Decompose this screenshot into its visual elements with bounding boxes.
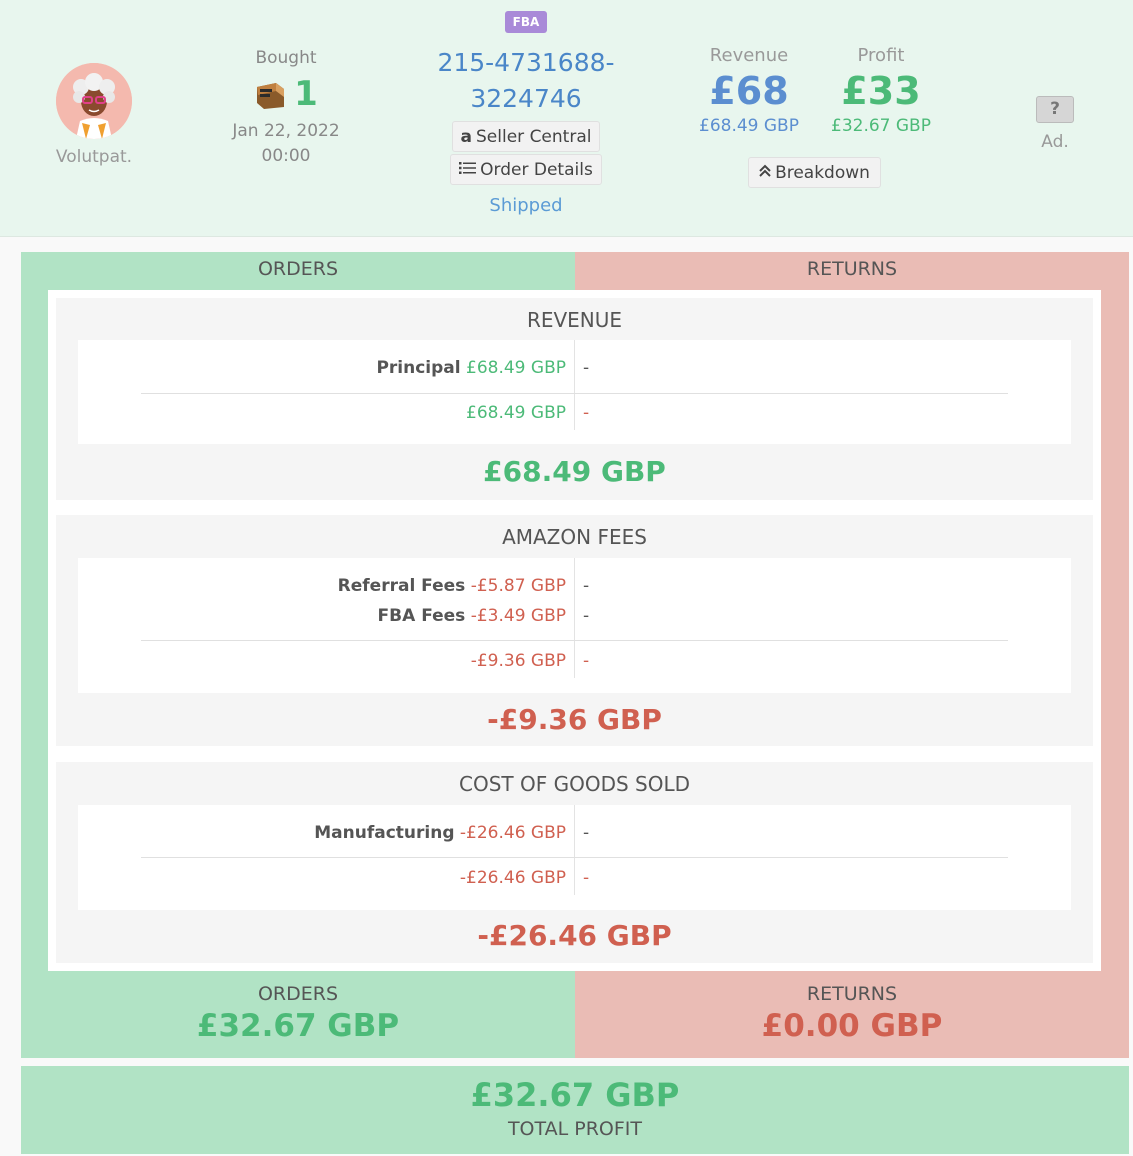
customer: Volutpat. [56,63,132,167]
subtotal-row: -£9.36 GBP - [78,651,1071,679]
cogs-total: -£26.46 GBP [477,919,672,952]
bought-label: Bought [255,48,317,68]
subtotal-row: -£26.46 GBP - [78,868,1071,896]
profit-big: £33 [841,69,921,113]
row-return-value: - [583,358,590,378]
revenue-big: £68 [709,69,789,113]
row-return-value: - [583,823,590,843]
subtotal-order-value: -£9.36 GBP [470,651,566,671]
subtotal-order-value: -£26.46 GBP [459,868,566,888]
order-status: Shipped [489,195,563,216]
fees-table: Referral Fees -£5.87 GBP - FBA Fees -£3.… [78,558,1071,693]
breakdown-label: Breakdown [775,162,870,183]
cogs-table: Manufacturing -£26.46 GBP - -£26.46 GBP … [78,805,1071,910]
order-header: Volutpat. Bought 1 Jan 22, 2022 00:00 FB… [0,0,1133,237]
table-row: Manufacturing -£26.46 GBP - [78,823,1071,851]
list-icon [459,160,477,180]
section-title: COST OF GOODS SOLD [459,772,690,796]
section-title: REVENUE [526,308,623,332]
fba-badge: FBA [504,11,548,33]
row-label: Referral Fees [337,576,466,596]
row-order-value: -£26.46 GBP [459,823,566,843]
revenue-small: £68.49 GBP [699,116,799,136]
product-thumbnail-icon[interactable] [254,77,288,111]
row-label: Manufacturing [314,823,455,843]
seller-central-label: Seller Central [476,126,592,147]
row-label: Principal [376,358,461,378]
amazon-icon: a [460,126,473,147]
subtotal-row: £68.49 GBP - [78,403,1071,431]
revenue-summary: Revenue £68 £68.49 GBP [690,45,808,136]
orders-footer-label: ORDERS [257,983,339,1005]
seller-central-button[interactable]: a Seller Central [451,121,601,152]
order-date: Jan 22, 2022 [232,121,340,141]
profit-label: Profit [857,45,905,66]
customer-name[interactable]: Volutpat. [42,147,146,167]
bought-quantity: 1 [294,74,318,114]
chevron-double-up-icon [759,163,771,183]
row-return-value: - [583,606,590,626]
order-details-label: Order Details [480,159,593,180]
row-order-value: £68.49 GBP [466,358,566,378]
cogs-section: COST OF GOODS SOLD Manufacturing -£26.46… [56,762,1093,963]
table-row: FBA Fees -£3.49 GBP - [78,606,1071,634]
row-label: FBA Fees [377,606,466,626]
returns-column-header: RETURNS [806,258,898,280]
subtotal-return-value: - [583,651,590,671]
ad-label: Ad. [1041,132,1069,152]
orders-footer-value: £32.67 GBP [196,1008,400,1044]
returns-footer-label: RETURNS [806,983,898,1005]
order-id-line-1[interactable]: 215-4731688- [420,45,632,81]
question-icon[interactable]: ? [1036,96,1074,123]
returns-footer-value: £0.00 GBP [761,1008,943,1044]
order-id[interactable]: 215-4731688- 3224746 [420,45,632,117]
breakdown-button[interactable]: Breakdown [748,157,881,188]
revenue-label: Revenue [709,45,789,66]
ad-info[interactable]: ? Ad. [1030,96,1080,152]
order-id-line-2[interactable]: 3224746 [420,81,632,117]
bought-info: Bought 1 Jan 22, 2022 00:00 [216,48,356,169]
table-row: Referral Fees -£5.87 GBP - [78,576,1071,604]
amazon-fees-section: AMAZON FEES Referral Fees -£5.87 GBP - F… [56,515,1093,746]
row-return-value: - [583,576,590,596]
section-title: AMAZON FEES [502,525,647,549]
total-profit-label: TOTAL PROFIT [507,1118,643,1140]
revenue-table: Principal £68.49 GBP - £68.49 GBP - [78,340,1071,444]
row-order-value: -£3.49 GBP [470,606,566,626]
row-order-value: -£5.87 GBP [470,576,566,596]
customer-avatar[interactable] [56,63,132,139]
subtotal-order-value: £68.49 GBP [466,403,566,423]
revenue-section: REVENUE Principal £68.49 GBP - £68.49 GB… [56,298,1093,500]
order-details-button[interactable]: Order Details [450,154,602,185]
order-info: FBA 215-4731688- 3224746 a Seller Centra… [420,11,632,216]
profit-summary: Profit £33 £32.67 GBP [820,45,942,136]
order-time: 00:00 [261,146,311,166]
revenue-total: £68.49 GBP [483,455,666,488]
total-profit: £32.67 GBP TOTAL PROFIT [21,1066,1129,1154]
orders-column-header: ORDERS [257,258,339,280]
table-row: Principal £68.49 GBP - [78,358,1071,386]
profit-small: £32.67 GBP [831,116,931,136]
subtotal-return-value: - [583,403,590,423]
fees-total: -£9.36 GBP [487,703,662,736]
subtotal-return-value: - [583,868,590,888]
total-profit-value: £32.67 GBP [470,1076,680,1114]
